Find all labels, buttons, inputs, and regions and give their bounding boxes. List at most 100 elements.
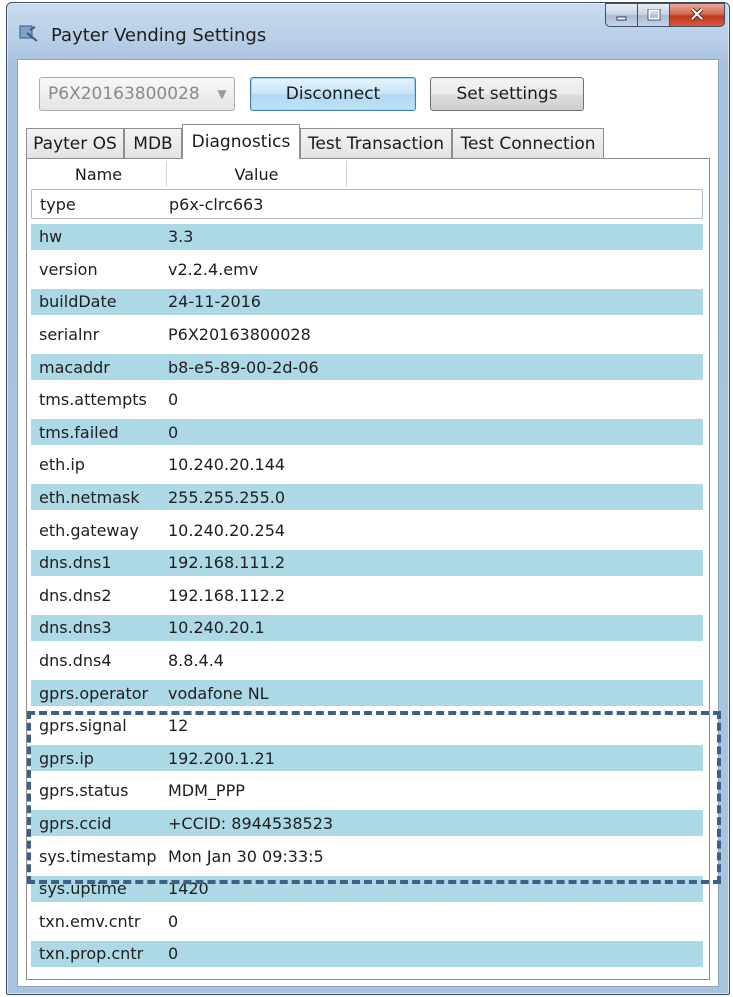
table-row[interactable]: type p6x-clrc663	[31, 189, 703, 219]
client-area: P6X20163800028 ▼ Disconnect Set settings…	[17, 59, 719, 987]
row-value-cell: Mon Jan 30 09:33:5	[168, 846, 324, 866]
row-value-cell: b8-e5-89-00-2d-06	[168, 357, 319, 377]
table-row[interactable]: txn.emv.cntr 0	[31, 906, 703, 936]
row-name-cell: gprs.ip	[39, 748, 94, 768]
row-value-cell: 192.200.1.21	[168, 748, 275, 768]
row-name-cell: tms.attempts	[39, 390, 147, 410]
column-header-name[interactable]: Name	[31, 161, 167, 187]
title-bar[interactable]: Payter Vending Settings	[7, 3, 729, 59]
table-row[interactable]: dns.dns2 192.168.112.2	[31, 580, 703, 610]
row-name-cell: hw	[39, 227, 63, 247]
tab-strip: Payter OS MDB Diagnostics Test Transacti…	[26, 124, 710, 159]
row-name-cell: dns.dns3	[39, 618, 112, 638]
table-row[interactable]: eth.ip 10.240.20.144	[31, 450, 703, 480]
row-name-cell: buildDate	[39, 292, 117, 312]
row-name-cell: tms.failed	[39, 422, 119, 442]
table-row[interactable]: version v2.2.4.emv	[31, 254, 703, 284]
table-row[interactable]: buildDate 24-11-2016	[31, 288, 703, 315]
row-name-cell: eth.netmask	[39, 487, 140, 507]
table-row[interactable]: gprs.ip 192.200.1.21	[31, 745, 703, 772]
disconnect-button[interactable]: Disconnect	[250, 77, 416, 111]
table-row[interactable]: txn.prop.cntr 0	[31, 940, 703, 967]
table-row[interactable]: sys.timestamp Mon Jan 30 09:33:5	[31, 841, 703, 871]
tab-diagnostics[interactable]: Diagnostics	[182, 124, 300, 159]
row-name-cell: macaddr	[39, 357, 110, 377]
row-value-cell: 0	[168, 422, 179, 442]
row-name-cell: dns.dns4	[39, 650, 112, 670]
table-row[interactable]: dns.dns1 192.168.111.2	[31, 549, 703, 576]
row-name-cell: eth.gateway	[39, 520, 139, 540]
row-name-cell: sys.uptime	[39, 879, 127, 899]
row-name-cell: dns.dns2	[39, 585, 112, 605]
table-row[interactable]: serialnr P6X20163800028	[31, 319, 703, 349]
tab-test-connection[interactable]: Test Connection	[452, 128, 604, 158]
table-row[interactable]: hw 3.3	[31, 223, 703, 250]
table-row[interactable]: sys.uptime 1420	[31, 875, 703, 902]
row-value-cell: 192.168.112.2	[168, 585, 286, 605]
set-settings-button[interactable]: Set settings	[430, 77, 584, 111]
table-row[interactable]: dns.dns4 8.8.4.4	[31, 645, 703, 675]
table-row[interactable]: macaddr b8-e5-89-00-2d-06	[31, 354, 703, 380]
row-value-cell: p6x-clrc663	[169, 194, 264, 214]
table-row[interactable]: eth.gateway 10.240.20.254	[31, 515, 703, 545]
row-value-cell: v2.2.4.emv	[168, 259, 259, 279]
row-value-cell: MDM_PPP	[168, 781, 245, 801]
app-window: Payter Vending Settings P6X20163800028 ▼…	[6, 2, 730, 995]
row-name-cell: gprs.ccid	[39, 813, 112, 833]
row-value-cell: 0	[168, 911, 179, 931]
row-value-cell: 1420	[168, 879, 209, 899]
device-combo-value: P6X20163800028	[48, 84, 200, 104]
table-row[interactable]: eth.netmask 255.255.255.0	[31, 484, 703, 511]
table-row[interactable]: tms.failed 0	[31, 419, 703, 446]
close-icon	[689, 6, 705, 25]
table-row[interactable]: dns.dns3 10.240.20.1	[31, 614, 703, 641]
row-value-cell: +CCID: 8944538523	[168, 813, 334, 833]
maximize-button[interactable]	[637, 3, 669, 27]
row-value-cell: 8.8.4.4	[168, 650, 224, 670]
row-value-cell: 0	[168, 390, 179, 410]
row-value-cell: 10.240.20.1	[168, 618, 265, 638]
grid-header: Name Value	[31, 161, 703, 187]
toolbar: P6X20163800028 ▼ Disconnect Set settings	[18, 60, 718, 124]
row-value-cell: 10.240.20.144	[168, 455, 286, 475]
row-name-cell: gprs.operator	[39, 683, 149, 703]
tab-mdb[interactable]: MDB	[124, 128, 182, 158]
device-combo[interactable]: P6X20163800028 ▼	[39, 77, 235, 111]
table-row[interactable]: tms.attempts 0	[31, 385, 703, 415]
row-value-cell: 24-11-2016	[168, 292, 261, 312]
table-row[interactable]: gprs.status MDM_PPP	[31, 776, 703, 806]
table-row[interactable]: gprs.operator vodafone NL	[31, 680, 703, 706]
table-row[interactable]: gprs.ccid +CCID: 8944538523	[31, 810, 703, 837]
diagnostics-panel: Name Value type p6x-clrc663 hw 3.3 version v2…	[26, 158, 710, 980]
row-value-cell: 0	[168, 944, 179, 964]
row-name-cell: gprs.status	[39, 781, 129, 801]
app-icon	[19, 23, 39, 43]
chevron-down-icon: ▼	[217, 87, 227, 101]
table-row[interactable]: gprs.signal 12	[31, 711, 703, 741]
row-name-cell: serialnr	[39, 324, 100, 344]
minimize-icon	[615, 6, 629, 25]
row-name-cell: type	[40, 194, 76, 214]
window-title: Payter Vending Settings	[51, 25, 267, 46]
row-name-cell: gprs.signal	[39, 716, 127, 736]
row-value-cell: 3.3	[168, 227, 194, 247]
row-name-cell: eth.ip	[39, 455, 85, 475]
row-value-cell: vodafone NL	[168, 683, 269, 703]
caption-buttons	[605, 3, 725, 31]
row-name-cell: txn.prop.cntr	[39, 944, 144, 964]
row-name-cell: sys.timestamp	[39, 846, 157, 866]
column-header-value[interactable]: Value	[167, 161, 347, 187]
tab-payter-os[interactable]: Payter OS	[26, 128, 124, 158]
row-value-cell: 12	[168, 716, 189, 736]
row-value-cell: 255.255.255.0	[168, 487, 286, 507]
close-button[interactable]	[669, 3, 725, 27]
row-value-cell: 192.168.111.2	[168, 553, 286, 573]
tab-test-transaction[interactable]: Test Transaction	[300, 128, 452, 158]
row-value-cell: P6X20163800028	[168, 324, 311, 344]
row-value-cell: 10.240.20.254	[168, 520, 286, 540]
maximize-icon	[647, 6, 661, 25]
row-name-cell: version	[39, 259, 98, 279]
minimize-button[interactable]	[605, 3, 637, 27]
diagnostics-grid: Name Value type p6x-clrc663 hw 3.3 version v2…	[31, 161, 703, 975]
row-name-cell: txn.emv.cntr	[39, 911, 141, 931]
